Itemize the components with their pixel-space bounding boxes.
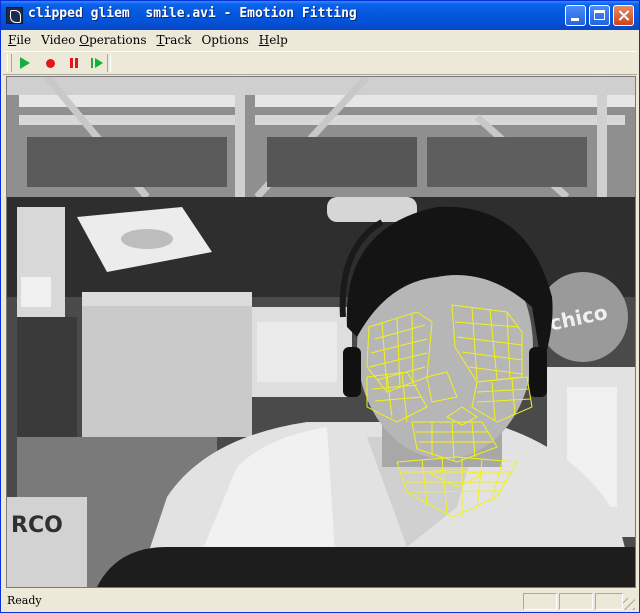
step-forward-icon[interactable] bbox=[87, 54, 107, 72]
menu-file-label: ile bbox=[16, 33, 32, 47]
minimize-icon[interactable] bbox=[565, 5, 586, 26]
status-pane-3 bbox=[595, 593, 623, 610]
menu-track-label: rack bbox=[164, 33, 192, 47]
menu-help-label: elp bbox=[269, 33, 288, 47]
close-icon[interactable] bbox=[613, 5, 634, 26]
record-icon[interactable] bbox=[40, 54, 60, 72]
menu-options-label: Options bbox=[201, 33, 249, 47]
status-pane-2 bbox=[559, 593, 593, 610]
menu-track-accel: T bbox=[156, 33, 165, 47]
emotion-app-icon[interactable] bbox=[6, 7, 23, 24]
menu-operations-label: perations bbox=[89, 33, 147, 47]
status-text: Ready bbox=[7, 594, 42, 607]
menu-track[interactable]: Track bbox=[152, 31, 197, 49]
toolbar-grip[interactable] bbox=[7, 54, 12, 72]
window-title: clipped gliem smile.avi - Emotion Fittin… bbox=[28, 6, 357, 21]
maximize-icon[interactable] bbox=[589, 5, 610, 26]
menu-bar: File Video Operations Track Options Help bbox=[3, 30, 637, 50]
title-bar[interactable]: clipped gliem smile.avi - Emotion Fittin… bbox=[1, 1, 639, 30]
menu-options[interactable]: Options bbox=[196, 31, 253, 49]
video-display[interactable]: RCO chico bbox=[6, 76, 636, 588]
menu-operations-accel: O bbox=[79, 33, 90, 47]
resize-grip-icon[interactable] bbox=[623, 598, 635, 610]
main-window: clipped gliem smile.avi - Emotion Fittin… bbox=[0, 0, 640, 613]
menu-file[interactable]: File bbox=[3, 31, 36, 49]
menu-video-label: Video bbox=[41, 33, 80, 47]
menu-help-accel: H bbox=[258, 33, 270, 47]
status-pane-1 bbox=[523, 593, 557, 610]
play-icon[interactable] bbox=[15, 54, 35, 72]
toolbar bbox=[3, 51, 637, 75]
menu-video-operations[interactable]: Video Operations bbox=[36, 31, 151, 49]
status-bar: Ready bbox=[3, 591, 637, 612]
menu-help[interactable]: Help bbox=[254, 31, 293, 49]
video-frame-image: RCO chico bbox=[7, 77, 635, 587]
svg-text:RCO: RCO bbox=[11, 513, 63, 538]
toolbar-separator bbox=[107, 54, 111, 72]
pause-icon[interactable] bbox=[63, 54, 83, 72]
